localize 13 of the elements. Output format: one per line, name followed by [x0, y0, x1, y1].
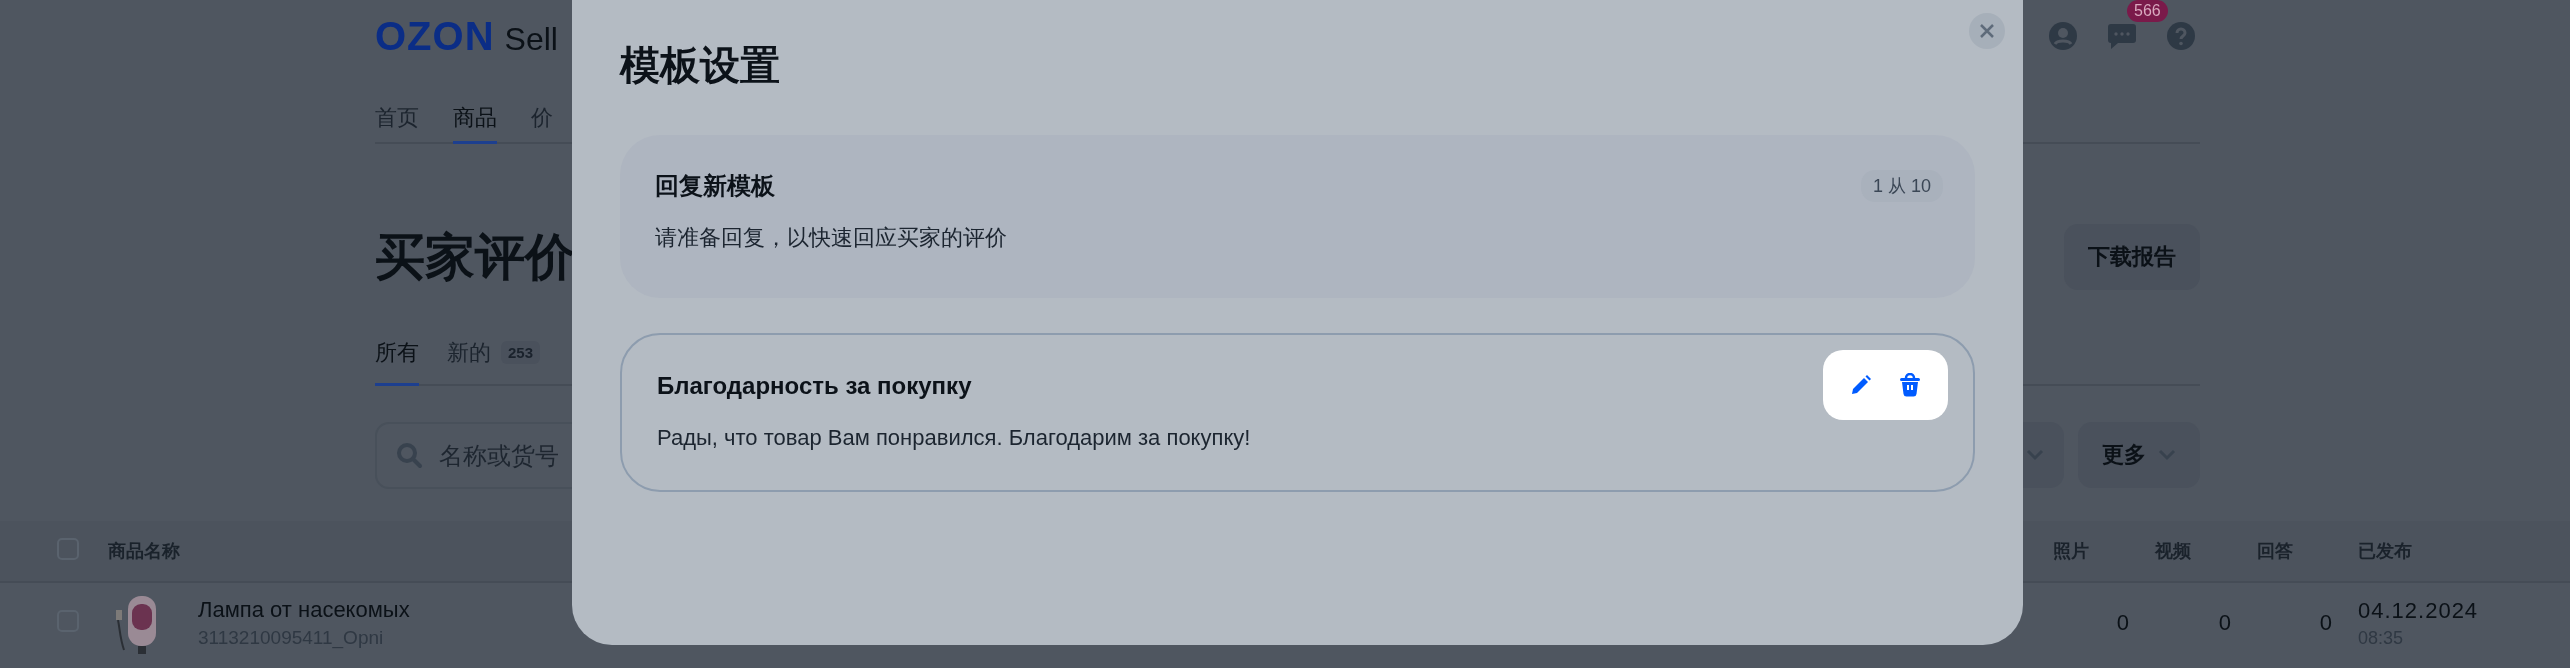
notification-badge: 566	[2127, 0, 2168, 22]
table-cell-text: 0	[2318, 610, 2333, 636]
template-title: Благодарность за покупку	[657, 371, 972, 401]
card-title: 回复新模板	[655, 171, 775, 201]
publish-date: 04.12.2024	[2358, 597, 2480, 624]
page-title: 买家评价	[375, 227, 575, 287]
logo-text: Sell	[504, 20, 558, 58]
dialog-title: 模板设置	[620, 42, 780, 89]
template-counter: 1 从 10	[1860, 170, 1943, 202]
table-cell-text: 0	[2115, 610, 2130, 636]
card-description: 请准备回复，以快速回应买家的评价	[655, 224, 1008, 252]
table-cell-text: 0	[2217, 610, 2232, 636]
template-text: Рады, что товар Вам понравился. Благодарим за покупку!	[657, 424, 1252, 452]
